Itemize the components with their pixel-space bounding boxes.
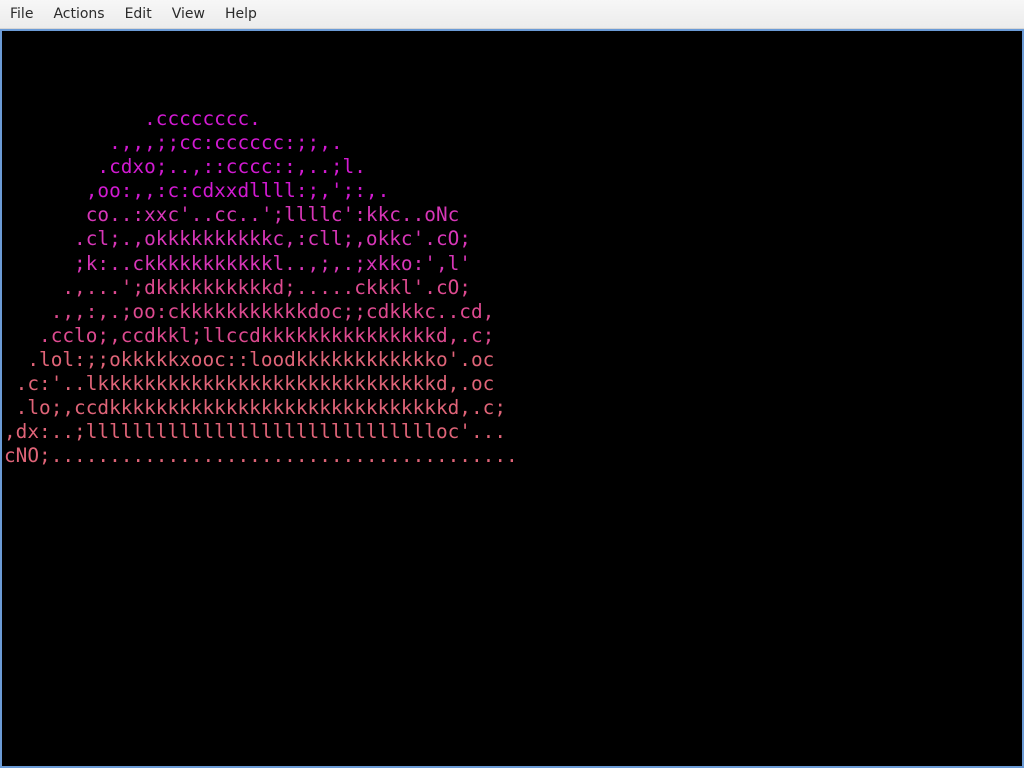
ascii-line: .lol:;;okkkkkxooc::loodkkkkkkkkkkkko'.oc: [4, 347, 495, 371]
ascii-line: cNO;....................................…: [4, 444, 518, 468]
ascii-line: .lo;,ccdkkkkkkkkkkkkkkkkkkkkkkkkkkkkkd,.…: [4, 396, 506, 420]
menu-edit[interactable]: Edit: [115, 0, 162, 29]
ascii-line: .c:'..lkkkkkkkkkkkkkkkkkkkkkkkkkkkkkd,.o…: [4, 372, 495, 396]
ascii-line: .cdxo;..,::cccc::,..;l.: [4, 155, 366, 179]
ascii-line: .cclo;,ccdkkl;llccdkkkkkkkkkkkkkkkd,.c;: [4, 323, 495, 347]
ascii-line: ,oo:,,:c:cdxxdllll:;,';:,.: [4, 179, 390, 203]
ascii-line: .cl;.,okkkkkkkkkkc,:cll;,okkc'.cO;: [4, 227, 471, 251]
ascii-line: .,...';dkkkkkkkkkkd;.....ckkkl'.cO;: [4, 275, 471, 299]
menu-file[interactable]: File: [0, 0, 43, 29]
menu-help[interactable]: Help: [215, 0, 267, 29]
ascii-line: .,,:,.;oo:ckkkkkkkkkkkdoc;;cdkkkc..cd,: [4, 299, 495, 323]
menu-bar: File Actions Edit View Help: [0, 0, 1024, 29]
ascii-line: ,dx:..;lllllllllllllllllllllllllllllloc'…: [4, 420, 506, 444]
ascii-logo: .cccccccc. .,,,;;cc:cccccc:;;,. .cdxo;..…: [4, 107, 518, 468]
menu-view[interactable]: View: [162, 0, 215, 29]
ascii-line: co..:xxc'..cc..';llllc':kkc..oNc: [4, 203, 460, 227]
ascii-line: .,,,;;cc:cccccc:;;,.: [4, 131, 343, 155]
ascii-line: .cccccccc.: [4, 107, 261, 130]
ascii-line: ;k:..ckkkkkkkkkkkl..,;,.;xkko:',l': [4, 251, 471, 275]
menu-actions[interactable]: Actions: [43, 0, 114, 29]
terminal-output[interactable]: .cccccccc. .,,,;;cc:cccccc:;;,. .cdxo;..…: [0, 29, 1024, 768]
